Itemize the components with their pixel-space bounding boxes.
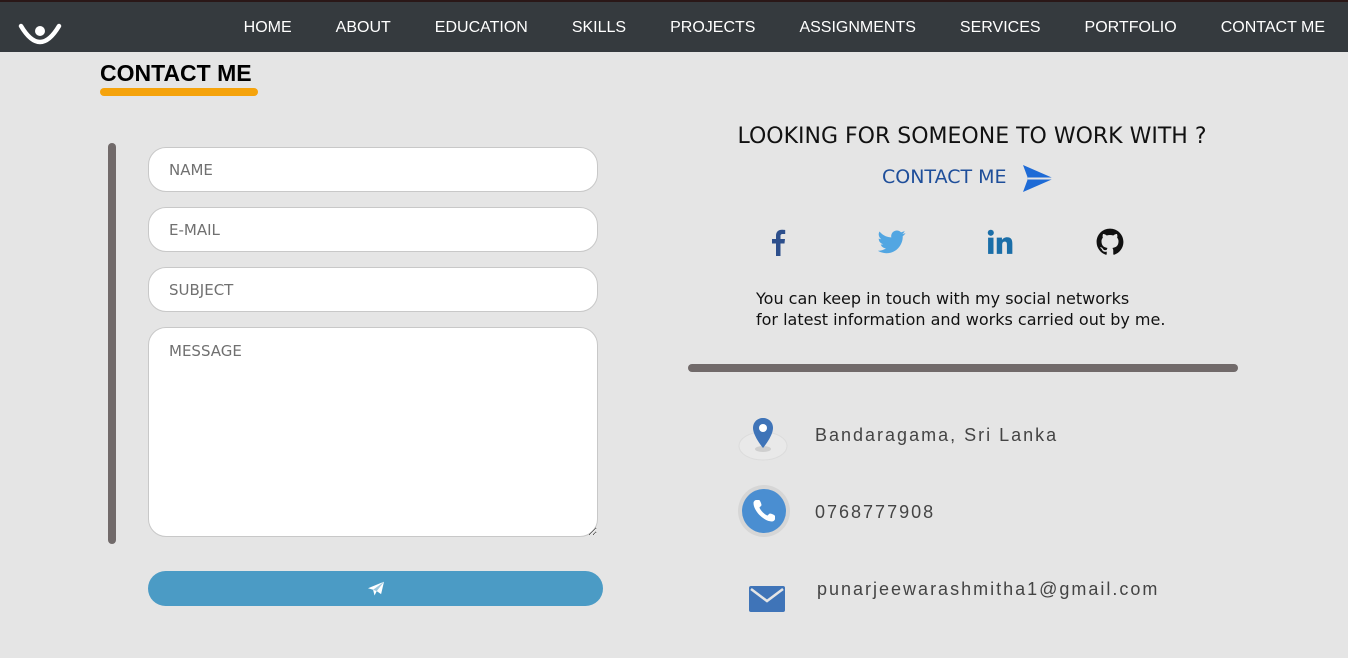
nav-skills[interactable]: SKILLS: [572, 19, 626, 37]
nav-services[interactable]: SERVICES: [960, 19, 1041, 37]
location-pin-icon: [736, 410, 790, 464]
nav-assignments[interactable]: ASSIGNMENTS: [799, 19, 915, 37]
email-text: punarjeewarashmitha1@gmail.com: [817, 579, 1160, 599]
smile-logo-icon[interactable]: [18, 18, 62, 46]
linkedin-icon[interactable]: [985, 227, 1015, 257]
location-text: Bandaragama, Sri Lanka: [815, 425, 1059, 445]
form-divider-bar: [108, 143, 116, 544]
send-button[interactable]: [148, 571, 603, 606]
info-divider-bar: [688, 364, 1238, 372]
title-underline: [100, 88, 258, 96]
contact-me-link[interactable]: CONTACT ME: [882, 166, 1007, 188]
social-description: You can keep in touch with my social net…: [756, 288, 1236, 330]
name-input[interactable]: [148, 147, 598, 192]
nav-portfolio[interactable]: PORTFOLIO: [1085, 19, 1177, 37]
phone-icon[interactable]: [737, 484, 791, 538]
nav-contact-me[interactable]: CONTACT ME: [1221, 19, 1325, 37]
envelope-icon[interactable]: [740, 570, 794, 624]
facebook-icon[interactable]: [763, 227, 793, 257]
section-title: CONTACT ME: [100, 60, 252, 86]
social-description-line1: You can keep in touch with my social net…: [756, 289, 1130, 308]
cta-heading: LOOKING FOR SOMEONE TO WORK WITH ?: [737, 124, 1207, 149]
github-icon[interactable]: [1095, 227, 1125, 257]
top-navbar: HOME ABOUT EDUCATION SKILLS PROJECTS ASS…: [0, 0, 1348, 52]
email-input[interactable]: [148, 207, 598, 252]
paper-plane-icon: [367, 581, 384, 596]
nav-projects[interactable]: PROJECTS: [670, 19, 755, 37]
nav-about[interactable]: ABOUT: [336, 19, 391, 37]
nav-links: HOME ABOUT EDUCATION SKILLS PROJECTS ASS…: [200, 2, 1325, 54]
send-arrow-icon[interactable]: [1021, 163, 1055, 194]
subject-input[interactable]: [148, 267, 598, 312]
twitter-icon[interactable]: [877, 227, 907, 257]
social-description-line2: for latest information and works carried…: [756, 310, 1166, 329]
nav-home[interactable]: HOME: [244, 19, 292, 37]
phone-text: 0768777908: [815, 502, 936, 522]
message-textarea[interactable]: [148, 327, 598, 537]
nav-education[interactable]: EDUCATION: [435, 19, 528, 37]
